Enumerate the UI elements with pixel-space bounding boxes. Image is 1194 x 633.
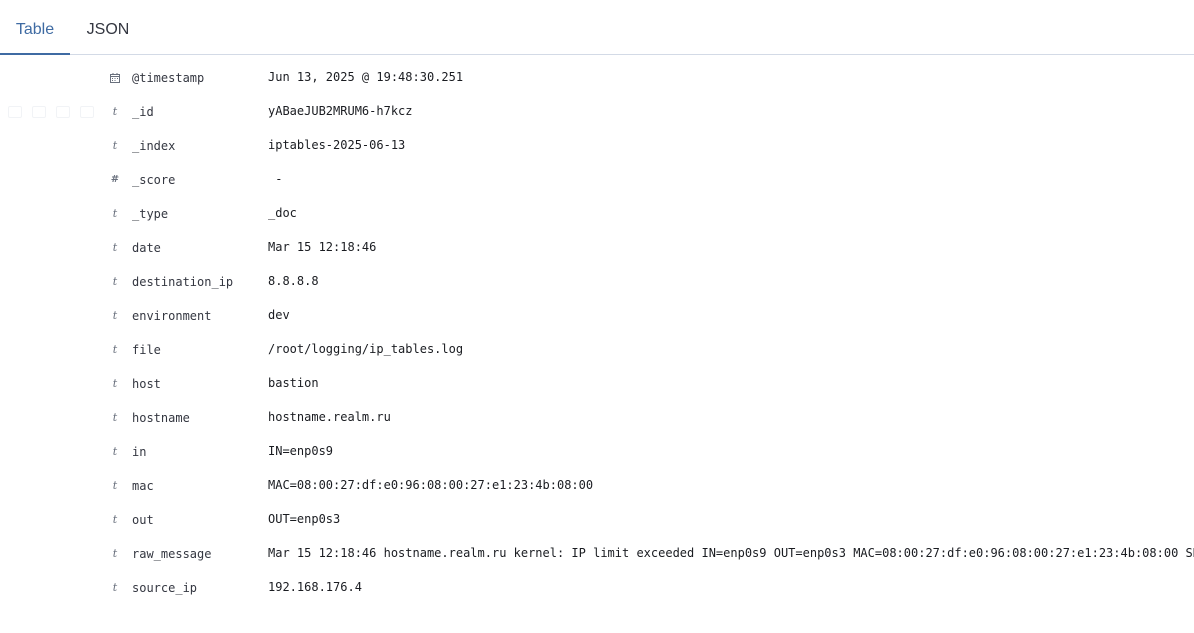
doc-viewer-tabs: Table JSON [0,0,1194,55]
string-type-icon: t [112,513,118,526]
field-name: in [132,445,147,459]
field-value: 192.168.176.4 [268,580,362,594]
table-row: t raw_message Mar 15 12:18:46 hostname.rea… [0,538,1194,572]
field-name: _score [132,173,176,187]
field-name: _index [132,139,176,153]
table-row: t mac MAC=08:00:27:df:e0:96:08:00:27:e1:23… [0,470,1194,504]
table-row: t out OUT=enp0s3 [0,504,1194,538]
field-value: Mar 15 12:18:46 [268,240,377,254]
field-value: IN=enp0s9 [268,444,334,458]
tab-json[interactable]: JSON [86,0,130,54]
string-type-icon: t [112,275,118,288]
field-name: @timestamp [132,71,205,85]
document-fields-table: @timestamp Jun 13, 2025 @ 19:48:30.251 t _i… [0,62,1194,606]
field-value: Mar 15 12:18:46 hostname.realm.ru kernel… [268,546,1194,560]
field-name: environment [132,309,212,323]
table-row: t file/root/logging/ip_tables.log [0,334,1194,368]
table-row: t _type _doc [0,198,1194,232]
string-type-icon: t [112,547,118,560]
field-name: host [132,377,161,391]
string-type-icon: t [112,241,118,254]
field-value: hostname.realm.ru [268,410,391,424]
field-value: _doc [268,206,297,220]
number-type-icon: # [110,174,120,185]
string-type-icon: t [112,207,118,220]
field-value: iptables-2025-06-13 [268,138,406,152]
string-type-icon: t [112,105,118,118]
field-name: file [132,343,161,357]
field-name: mac [132,479,154,493]
string-type-icon: t [112,411,118,424]
field-name: _id [132,105,154,119]
field-value: bastion [268,376,319,390]
calendar-icon [108,70,122,86]
string-type-icon: t [112,377,118,390]
field-value: OUT=enp0s3 [268,512,341,526]
string-type-icon: t [112,139,118,152]
string-type-icon: t [112,581,118,594]
field-value: - [268,172,283,186]
field-value: yABaeJUB2MRUM6-h7kcz [268,104,413,118]
table-row: t hostname hostname.realm.ru [0,402,1194,436]
field-value: 8.8.8.8 [268,274,319,288]
table-row: t in IN=enp0s9 [0,436,1194,470]
field-value: Jun 13, 2025 @ 19:48:30.251 [268,70,464,84]
table-row: t destination_ip 8.8.8.8 [0,266,1194,300]
table-row: t _index iptables-2025-06-13 [0,130,1194,164]
field-value: dev [268,308,290,322]
field-name: _type [132,207,169,221]
field-name: out [132,513,154,527]
string-type-icon: t [112,445,118,458]
field-value: MAC=08:00:27:df:e0:96:08:00:27:e1:23:4b:… [268,478,594,492]
string-type-icon: t [112,309,118,322]
table-row: t host bastion [0,368,1194,402]
field-name: source_ip [132,581,198,595]
string-type-icon: t [112,343,118,356]
field-name: date [132,241,161,255]
table-row: t _id yABaeJUB2MRUM6-h7kcz [0,96,1194,130]
field-name: raw_message [132,547,212,561]
tab-table[interactable]: Table [0,0,70,55]
string-type-icon: t [112,479,118,492]
table-row: # _score - [0,164,1194,198]
table-row: t environment dev [0,300,1194,334]
table-row: t date Mar 15 12:18:46 [0,232,1194,266]
table-row: @timestamp Jun 13, 2025 @ 19:48:30.251 [0,62,1194,96]
field-value: /root/logging/ip_tables.log [268,342,464,356]
field-name: destination_ip [132,275,234,289]
field-name: hostname [132,411,190,425]
table-row: t source_ip 192.168.176.4 [0,572,1194,606]
